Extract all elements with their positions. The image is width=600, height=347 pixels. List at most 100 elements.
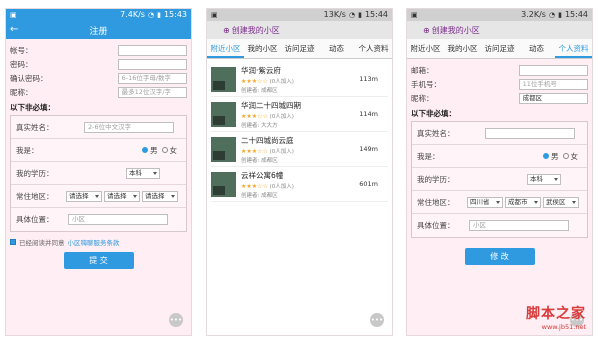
tab-footprint[interactable]: 访问足迹 [281,39,318,58]
item-distance: 113m [359,75,378,83]
tab-profile[interactable]: 个人资料 [355,39,392,58]
tab-feed[interactable]: 动态 [518,39,555,58]
nickname-input[interactable]: 成都区 [518,92,588,104]
location-input[interactable]: 小区 [469,220,569,231]
education-row: 我的学历： 本科 [11,162,186,185]
create-community-link[interactable]: 创建我的小区 [432,25,480,36]
optional-section-title: 以下非必填： [10,103,55,112]
gender-row: 我是： 男 女 [412,145,587,168]
male-radio[interactable]: 男 [142,145,158,156]
wifi-icon: ◔ [147,11,155,19]
female-radio[interactable]: 女 [161,145,177,156]
item-distance: 114m [359,110,378,118]
female-label: 女 [570,151,579,161]
back-arrow-icon[interactable]: ← [10,24,18,35]
watermark-url: www.jb51.net [541,323,586,331]
item-creator: 创建者: 成都区 [241,157,278,164]
city-select[interactable]: 成都市 [505,196,541,208]
confirm-password-input[interactable]: 6-16位字母/数字 [117,72,187,84]
list-item[interactable]: 二十四城尚云庭 ★★★☆☆ (0人加入) 创建者: 成都区 149m [211,132,388,167]
account-input[interactable] [117,44,187,56]
confirm-password-row: 确认密码： 6-16位字母/数字 [10,71,187,85]
page-title: 注册 [89,26,108,37]
education-select[interactable]: 本科 [527,173,561,185]
tab-footprint[interactable]: 访问足迹 [481,39,518,58]
location-input[interactable]: 小区 [68,214,168,225]
province-select[interactable]: 请选择 [66,190,102,202]
title-bar: ⊕ 创建我的小区 [207,21,392,39]
tab-profile[interactable]: 个人资料 [555,39,592,58]
city-select[interactable]: 请选择 [104,190,140,202]
optional-section-title: 以下非必填： [411,109,456,118]
password-input[interactable] [117,58,187,70]
status-bar: ▣ 3.2K/s ◔ ▮ 15:44 [407,9,592,21]
tab-nearby[interactable]: 附近小区 [407,39,444,58]
district-select[interactable]: 请选择 [142,190,178,202]
item-name: 云祥公寓6幢 [241,170,284,180]
phone-input[interactable]: 11位手机号 [518,78,588,90]
rating-stars-icon: ★★★☆☆ [241,77,268,85]
optional-card: 真实姓名： 我是： 男 女 我的学历： 本科 常住地区： 四川省 成都市 武侯区 [411,121,588,238]
list-item[interactable]: 华润·紫云府 ★★★☆☆ (0人加入) 创建者: 成都区 113m [211,62,388,97]
item-info: 华润·紫云府 ★★★☆☆ (0人加入) 创建者: 成都区 [241,65,359,94]
female-radio[interactable]: 女 [562,151,579,162]
battery-icon: ▮ [157,11,161,19]
location-row: 具体位置： 小区 [11,208,186,231]
item-name: 华润·紫云府 [241,65,281,75]
community-thumbnail [211,136,236,162]
realname-row: 真实姓名： [412,122,587,145]
rating-stars-icon: ★★★☆☆ [241,147,268,155]
region-row: 常住地区： 四川省 成都市 武侯区 [412,191,587,214]
phone-row: 手机号： 11位手机号 [411,77,588,91]
item-distance: 601m [359,180,378,188]
item-people: (0人加入) [269,183,294,190]
region-row: 常住地区： 请选择 请选择 请选择 [11,185,186,208]
nickname-label: 昵称： [10,87,33,97]
create-icon: ⊕ [423,25,430,35]
nearby-screen: ▣ 13K/s ◔ ▮ 15:44 ⊕ 创建我的小区 附近小区 我的小区 访问足… [206,8,393,336]
tab-feed[interactable]: 动态 [318,39,355,58]
wifi-icon: ◔ [548,11,556,19]
realname-input[interactable]: 2-6位中文汉字 [84,121,174,133]
male-radio[interactable]: 男 [543,151,559,162]
modify-button[interactable]: 修 改 [464,248,535,265]
terms-link[interactable]: 小区嗨聊服务条款 [68,237,120,247]
item-creator: 创建者: 成都区 [241,192,278,199]
item-info: 二十四城尚云庭 ★★★☆☆ (0人加入) 创建者: 成都区 [241,135,359,164]
notification-icon: ▣ [411,11,418,19]
radio-unchecked-icon [161,147,168,153]
district-select[interactable]: 武侯区 [543,196,579,208]
list-item[interactable]: 华润二十四城四期 ★★★☆☆ (0人加入) 创建者: 大大方 114m [211,97,388,132]
profile-screen: ▣ 3.2K/s ◔ ▮ 15:44 ⊕ 创建我的小区 附近小区 我的小区 访问… [406,8,593,336]
tab-nearby[interactable]: 附近小区 [207,39,244,58]
realname-input[interactable] [485,127,575,139]
email-input[interactable] [518,64,588,76]
more-icon[interactable]: ••• [169,313,183,327]
phone-label: 手机号： [411,79,441,89]
register-form: 帐号： 密码： 确认密码： 6-16位字母/数字 昵称： 最多12位汉字/字 以… [6,39,191,273]
create-community-link[interactable]: 创建我的小区 [232,25,280,36]
net-speed: 7.4K/s [120,10,145,19]
tab-my-community[interactable]: 我的小区 [244,39,281,58]
nickname-input[interactable]: 最多12位汉字/字 [117,86,187,98]
watermark-logo: 脚本之家 [526,306,586,322]
submit-button[interactable]: 提 交 [63,252,134,269]
item-meta: ★★★☆☆ (0人加入) [241,112,359,120]
confirm-password-label: 确认密码： [10,73,48,83]
tab-bar: 附近小区 我的小区 访问足迹 动态 个人资料 [207,39,392,59]
item-people: (0人加入) [269,78,294,85]
community-thumbnail [211,101,236,127]
location-row: 具体位置： 小区 [412,214,587,237]
rating-stars-icon: ★★★☆☆ [241,112,268,120]
province-select[interactable]: 四川省 [467,196,503,208]
item-name: 华润二十四城四期 [241,100,301,110]
optional-card: 真实姓名： 2-6位中文汉字 我是： 男 女 我的学历： 本科 常住地区： 请选… [10,115,187,232]
tab-my-community[interactable]: 我的小区 [444,39,481,58]
more-icon[interactable]: ••• [370,313,384,327]
list-item[interactable]: 云祥公寓6幢 ★★★☆☆ (0人加入) 创建者: 成都区 601m [211,167,388,202]
agree-checkbox[interactable] [10,239,16,245]
battery-icon: ▮ [358,11,362,19]
education-select[interactable]: 本科 [126,167,160,179]
account-label: 帐号： [10,45,33,55]
community-thumbnail [211,171,236,197]
